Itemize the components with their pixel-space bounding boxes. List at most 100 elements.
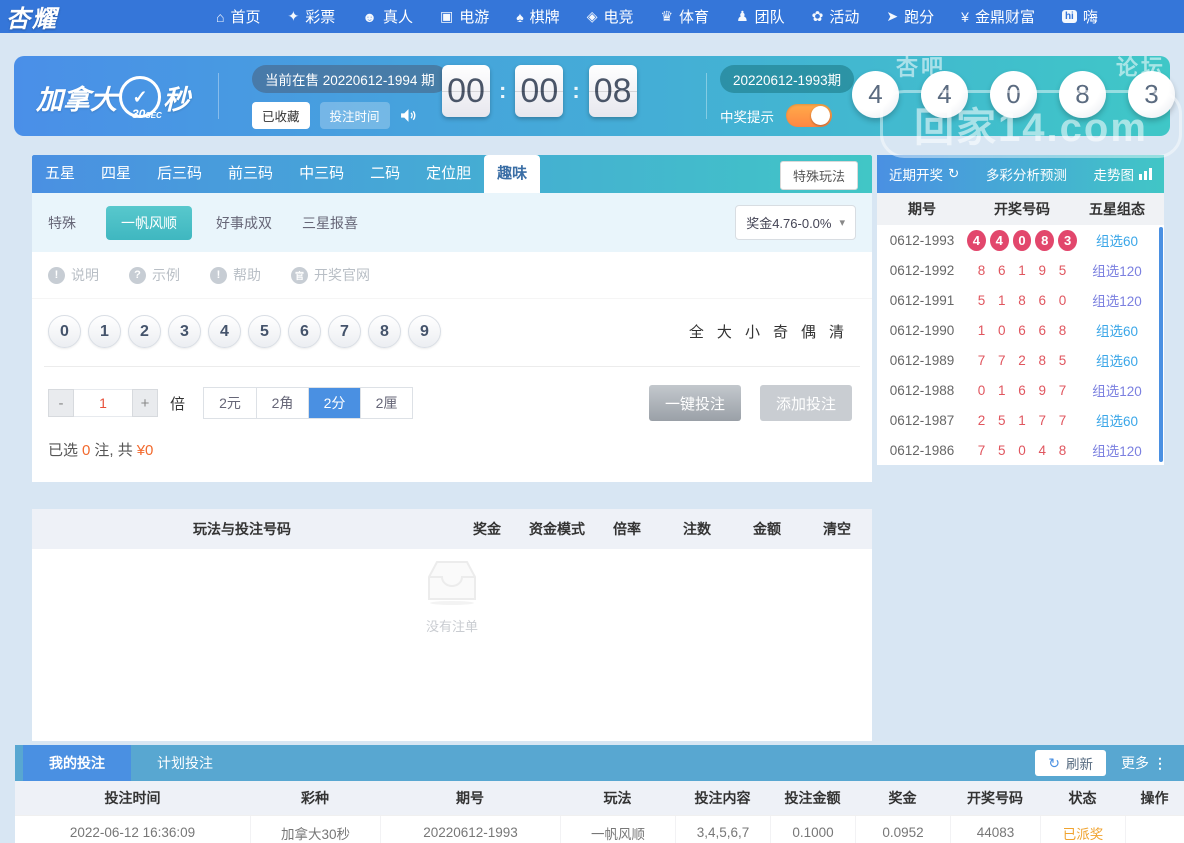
combo-link[interactable]: 组选120 <box>1077 440 1157 460</box>
number-ball-7[interactable]: 7 <box>328 315 361 348</box>
nav-item-wealth[interactable]: ¥ 金鼎财富 <box>961 6 1035 27</box>
quick-bet-button[interactable]: 一键投注 <box>649 385 741 421</box>
combo-link[interactable]: 组选60 <box>1077 350 1157 370</box>
favorited-button[interactable]: 已收藏 <box>252 102 310 129</box>
result-row: 0612-1989 7 7 2 8 5 组选60 <box>877 345 1164 375</box>
nav-item-sports[interactable]: ♛ 体育 <box>660 6 709 27</box>
tab-plan-bets[interactable]: 计划投注 <box>131 745 239 781</box>
quick-pick-all[interactable]: 全 <box>689 321 704 342</box>
nav-item-lottery[interactable]: ✦ 彩票 <box>287 6 335 27</box>
col-play-numbers: 玩法与投注号码 <box>193 521 291 537</box>
nav-item-home[interactable]: ⌂ 首页 <box>216 6 260 27</box>
unit-li[interactable]: 2厘 <box>360 388 412 418</box>
tab-housanma[interactable]: 后三码 <box>144 155 215 193</box>
nav-item-chess[interactable]: ♠ 棋牌 <box>516 6 559 27</box>
quick-pick-big[interactable]: 大 <box>717 321 732 342</box>
tab-my-bets[interactable]: 我的投注 <box>23 745 131 781</box>
bet-result: 44083 <box>950 816 1040 843</box>
nav-item-hi[interactable]: hi 嗨 <box>1061 6 1098 27</box>
nav-item-team[interactable]: ♟ 团队 <box>736 6 785 27</box>
subtab-sanxingbaoxi[interactable]: 三星报喜 <box>302 213 358 233</box>
number-ball-2[interactable]: 2 <box>128 315 161 348</box>
tab-erma[interactable]: 二码 <box>357 155 413 193</box>
bet-time: 2022-06-12 16:36:09 <box>69 825 196 840</box>
speaker-icon[interactable] <box>400 108 417 123</box>
sidebar-scrollbar[interactable] <box>1159 227 1163 462</box>
bet-time-button[interactable]: 投注时间 <box>319 102 390 129</box>
unit-fen[interactable]: 2分 <box>308 388 361 418</box>
subtab-haoshichengshuang[interactable]: 好事成双 <box>216 213 272 233</box>
tab-wuxing[interactable]: 五星 <box>32 155 88 193</box>
nav-item-live[interactable]: ☻ 真人 <box>362 6 413 27</box>
colon: : <box>572 78 580 103</box>
recent-draws-tab[interactable]: 近期开奖 ↻ <box>889 164 959 184</box>
col-clear[interactable]: 清空 <box>802 519 872 539</box>
chess-icon: ♠ <box>516 8 524 25</box>
explain-link[interactable]: ! 说明 <box>48 265 99 285</box>
bonus-rate-select[interactable]: 奖金4.76-0.0% ▾ <box>735 205 856 240</box>
refresh-button[interactable]: ↻ 刷新 <box>1035 750 1106 776</box>
results-table-header: 期号 开奖号码 五星组态 <box>877 193 1164 225</box>
subtab-teshu[interactable]: 特殊 <box>48 213 76 233</box>
number-ball-0[interactable]: 0 <box>48 315 81 348</box>
more-button[interactable]: 更多 ⋮ <box>1121 745 1168 781</box>
number-ball-8[interactable]: 8 <box>368 315 401 348</box>
nav-label: 体育 <box>679 9 710 26</box>
tab-dingweidan[interactable]: 定位胆 <box>413 155 484 193</box>
nav-item-activity[interactable]: ✿ 活动 <box>812 6 860 27</box>
combo-link[interactable]: 组选60 <box>1077 410 1157 430</box>
help-links: ! 说明 ? 示例 ! 帮助 官开奖官网 <box>32 252 872 299</box>
combo-link[interactable]: 组选120 <box>1077 380 1157 400</box>
bet-record-row: 2022-06-12 16:36:09 加拿大30秒 20220612-1993… <box>15 815 1184 843</box>
subtab-yifanfengshun[interactable]: 一帆风顺 <box>106 205 192 240</box>
add-bet-button[interactable]: 添加投注 <box>760 385 852 421</box>
quick-pick-odd[interactable]: 奇 <box>773 321 788 342</box>
win-tip-toggle[interactable] <box>786 104 832 127</box>
current-issue-badge: 当前在售 20220612-1994 期 <box>252 65 448 93</box>
trend-chart-tab[interactable]: 走势图 <box>1094 164 1152 184</box>
my-bets-tabbar: 我的投注 计划投注 ↻ 刷新 更多 ⋮ <box>15 745 1184 781</box>
analysis-tab[interactable]: 多彩分析预测 <box>986 164 1067 184</box>
nav-item-paofen[interactable]: ➤ 跑分 <box>886 6 934 27</box>
lottery-unit: 秒 <box>163 84 190 115</box>
unit-yuan[interactable]: 2元 <box>204 388 256 418</box>
number-ball-3[interactable]: 3 <box>168 315 201 348</box>
runner-icon: ➤ <box>886 8 899 24</box>
refresh-icon: ↻ <box>1048 754 1060 771</box>
number-ball-5[interactable]: 5 <box>248 315 281 348</box>
number-ball-1[interactable]: 1 <box>88 315 121 348</box>
number-ball-6[interactable]: 6 <box>288 315 321 348</box>
unit-jiao[interactable]: 2角 <box>256 388 308 418</box>
example-link[interactable]: ? 示例 <box>129 265 180 285</box>
combo-link[interactable]: 组选60 <box>1077 230 1157 250</box>
combo-link[interactable]: 组选120 <box>1077 260 1157 280</box>
multiplier-input[interactable]: 1 <box>74 389 132 417</box>
multiplier-controls: - 1 + 倍 2元 2角 2分 2厘 一键投注 添加投注 <box>32 367 872 421</box>
selected-count: 0 <box>82 442 91 459</box>
combo-link[interactable]: 组选120 <box>1077 290 1157 310</box>
top-navbar: 杏耀 ⌂ 首页 ✦ 彩票 ☻ 真人 ▣ 电游 ♠ 棋牌 ◈ 电竞 ♛ 体育 ♟ 团队 ✿ 活动 ➤… <box>0 0 1184 33</box>
multiplier-plus-button[interactable]: + <box>132 389 158 417</box>
colon: : <box>499 78 507 103</box>
bet-action[interactable] <box>1125 816 1184 843</box>
combo-link[interactable]: 组选60 <box>1077 320 1157 340</box>
quick-pick-even[interactable]: 偶 <box>801 321 816 342</box>
quick-pick-clear[interactable]: 清 <box>829 321 844 342</box>
help-link[interactable]: ! 帮助 <box>210 265 261 285</box>
tab-sixing[interactable]: 四星 <box>88 155 144 193</box>
nav-item-arcade[interactable]: ▣ 电游 <box>440 6 489 27</box>
tab-qiansanma[interactable]: 前三码 <box>215 155 286 193</box>
number-ball-4[interactable]: 4 <box>208 315 241 348</box>
site-logo[interactable]: 杏耀 <box>6 0 58 34</box>
multiplier-label: 倍 <box>170 395 186 413</box>
quick-pick-small[interactable]: 小 <box>745 321 760 342</box>
official-site-link[interactable]: 官开奖官网 <box>291 265 370 285</box>
tab-quwei[interactable]: 趣味 <box>484 155 541 193</box>
home-icon: ⌂ <box>216 8 225 25</box>
tab-zhongsanma[interactable]: 中三码 <box>286 155 357 193</box>
nav-item-esports[interactable]: ◈ 电竞 <box>587 6 634 27</box>
number-ball-9[interactable]: 9 <box>408 315 441 348</box>
nav-label: 真人 <box>382 9 413 26</box>
special-play-button[interactable]: 特殊玩法 <box>779 161 858 190</box>
multiplier-minus-button[interactable]: - <box>48 389 74 417</box>
